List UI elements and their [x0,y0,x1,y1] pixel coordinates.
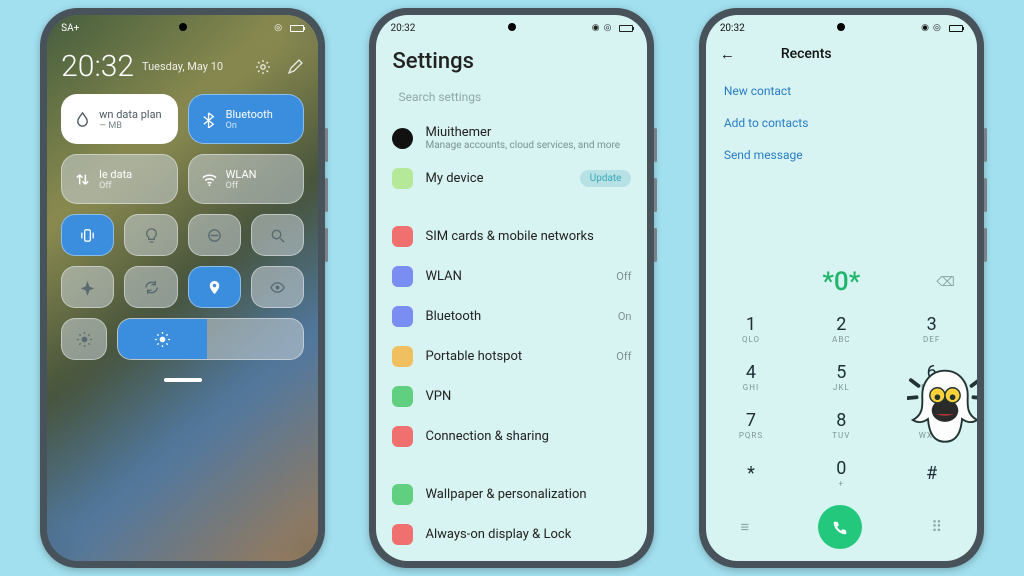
settings-item-icon [392,266,413,287]
backspace-icon[interactable]: ⌫ [936,275,954,290]
mobile-data-tile[interactable]: le dataOff [61,154,178,204]
settings-item-label: Connection & sharing [425,429,631,444]
settings-item-icon [392,426,413,447]
settings-item[interactable]: WLAN Off [392,256,631,296]
avatar [392,128,413,149]
account-name: Miuithemer [425,125,491,140]
brightness-auto-toggle[interactable] [61,318,107,360]
device-icon [392,168,413,189]
bright-icon [76,331,93,348]
settings-item[interactable]: SIM cards & mobile networks [392,216,631,256]
context-menu-item[interactable]: New contact [724,75,959,107]
gear-icon[interactable] [254,58,272,76]
dial-key-#[interactable]: # [886,449,976,497]
dial-key-4[interactable]: 4GHI [706,353,796,401]
account-sub: Manage accounts, cloud services, and mor… [425,140,631,151]
dial-key-6[interactable]: 6MNO [886,353,976,401]
dial-key-2[interactable]: 2ABC [796,305,886,353]
dial-key-*[interactable]: * [706,449,796,497]
settings-item[interactable]: Connection & sharing [392,416,631,456]
location-icon [206,279,223,296]
context-menu-item[interactable]: Send message [724,139,959,171]
dial-key-0[interactable]: 0+ [796,449,886,497]
dial-key-5[interactable]: 5JKL [796,353,886,401]
date: Tuesday, May 10 [142,60,240,73]
page-title: Recents [781,46,832,62]
search-input[interactable]: Search settings [392,84,631,118]
bright-icon [154,331,171,348]
rotate-icon [143,279,160,296]
phone-icon [832,519,849,536]
settings-item[interactable]: VPN [392,376,631,416]
dial-key-1[interactable]: 1QLO [706,305,796,353]
home-handle[interactable] [164,378,202,382]
airplane-toggle[interactable] [61,266,114,308]
dialpad-button[interactable]: ⠿ [931,518,942,536]
dial-display: *0* [822,267,860,297]
data-plan-tile[interactable]: wn data plan— MB [61,94,178,144]
page-title: Settings [392,49,631,74]
update-badge[interactable]: Update [580,170,632,187]
settings-item-icon [392,386,413,407]
dnd-toggle[interactable] [188,214,241,256]
dial-key-7[interactable]: 7PQRS [706,401,796,449]
settings-item-icon [392,484,413,505]
menu-button[interactable]: ≡ [740,518,749,536]
updown-icon [74,171,91,188]
settings-item-label: Portable hotspot [425,349,604,364]
account-row[interactable]: Miuithemer Manage accounts, cloud servic… [392,118,631,158]
settings-item[interactable]: Bluetooth On [392,296,631,336]
settings-item-icon [392,226,413,247]
wlan-tile[interactable]: WLANOff [188,154,305,204]
bulb-icon [143,227,160,244]
search-toggle[interactable] [251,214,304,256]
vibrate-icon [79,227,96,244]
vibrate-toggle[interactable] [61,214,114,256]
search-icon [269,227,286,244]
status-time: 20:32 [720,23,745,34]
eye-icon [269,279,286,296]
settings-item-icon [392,346,413,367]
settings-item-value: On [618,310,632,323]
location-toggle[interactable] [188,266,241,308]
settings-item-icon [392,306,413,327]
eye-toggle[interactable] [251,266,304,308]
settings-item-label: Bluetooth [425,309,605,324]
settings-item[interactable]: Portable hotspot Off [392,336,631,376]
wifi-icon [201,171,218,188]
settings-item-label: SIM cards & mobile networks [425,229,631,244]
back-button[interactable]: ← [720,45,735,63]
settings-item-label: VPN [425,389,631,404]
bluetooth-tile[interactable]: BluetoothOn [188,94,305,144]
brightness-slider[interactable] [117,318,304,360]
my-device-label: My device [425,171,567,186]
dnd-icon [206,227,223,244]
settings-item[interactable]: Always-on display & Lock [392,514,631,554]
settings-item[interactable]: Wallpaper & personalization [392,474,631,514]
context-menu-item[interactable]: Add to contacts [724,107,959,139]
rotate-toggle[interactable] [124,266,177,308]
status-icons: ◉◎ [921,23,963,33]
settings-item-label: Wallpaper & personalization [425,487,631,502]
dial-key-9[interactable]: 9WXYZ [886,401,976,449]
dial-key-3[interactable]: 3DEF [886,305,976,353]
settings-item-label: WLAN [425,269,604,284]
dial-key-8[interactable]: 8TUV [796,401,886,449]
call-button[interactable] [818,505,862,549]
settings-item-value: Off [616,350,631,363]
carrier-label: SA+ [61,23,79,34]
status-icons: ◎ [274,23,304,33]
bluetooth-icon [201,111,218,128]
bulb-toggle[interactable] [124,214,177,256]
clock: 20:32 [61,49,134,84]
drop-icon [74,111,91,128]
my-device-row[interactable]: My device Update [392,158,631,198]
status-icons: ◉◎ [592,23,634,33]
settings-item-label: Always-on display & Lock [425,527,631,542]
edit-icon[interactable] [286,58,304,76]
settings-item-value: Off [616,270,631,283]
status-time: 20:32 [390,23,415,34]
settings-item-icon [392,524,413,545]
airplane-icon [79,279,96,296]
